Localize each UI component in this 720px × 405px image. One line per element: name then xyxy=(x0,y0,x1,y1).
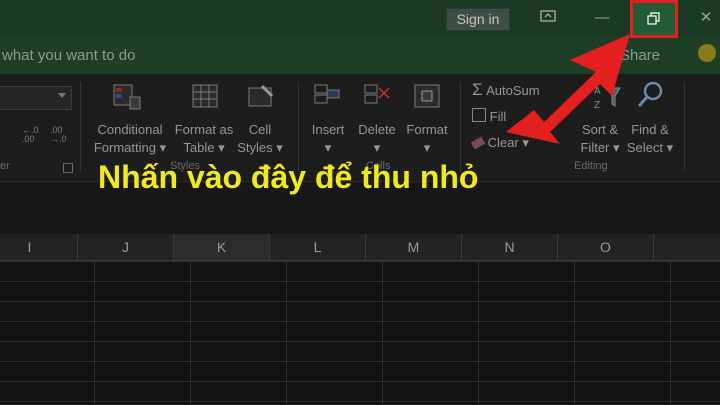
find-select-label-2: Select xyxy=(626,140,663,155)
autosum-icon: Σ xyxy=(472,80,483,99)
tell-me-input[interactable]: what you want to do xyxy=(2,47,135,64)
column-header-i[interactable]: I xyxy=(0,234,78,260)
insert-cells-icon xyxy=(314,84,340,104)
sort-filter-button[interactable]: Sort & Filter ▾ xyxy=(576,121,624,157)
svg-text:Z: Z xyxy=(594,100,600,111)
cell-styles-label-2: Styles xyxy=(237,140,273,155)
conditional-formatting-label-1: Conditional xyxy=(97,122,163,137)
sort-filter-label-2: Filter xyxy=(580,140,610,155)
ribbon-display-options-icon[interactable] xyxy=(534,6,562,30)
title-bar: Sign in — ✕ xyxy=(0,0,720,38)
increase-decimal-icon[interactable]: ←.0 .00 xyxy=(22,126,40,144)
column-header-j[interactable]: J xyxy=(78,234,174,260)
clear-label: Clear xyxy=(487,135,519,150)
column-header-k[interactable]: K xyxy=(174,234,270,260)
format-label: Format xyxy=(406,122,448,137)
column-header-m[interactable]: M xyxy=(366,234,462,260)
conditional-formatting-button[interactable]: Conditional Formatting ▾ xyxy=(88,121,172,157)
fill-button[interactable]: Fill xyxy=(472,108,506,126)
column-headers: I J K L M N O xyxy=(0,234,720,261)
minimize-icon[interactable]: — xyxy=(588,6,616,30)
cell-styles-label-1: Cell xyxy=(248,122,272,137)
clear-button[interactable]: Clear ▾ xyxy=(470,134,529,152)
svg-text:A: A xyxy=(594,86,601,97)
conditional-formatting-icon xyxy=(113,84,141,110)
worksheet-grid[interactable] xyxy=(0,261,720,405)
delete-button[interactable]: Delete ▾ xyxy=(354,121,400,157)
sort-filter-icon: AZ xyxy=(594,86,621,111)
dialog-launcher-icon[interactable] xyxy=(63,163,73,173)
restore-down-button[interactable] xyxy=(630,0,678,38)
format-button[interactable]: Format ▾ xyxy=(402,121,452,157)
column-header-n[interactable]: N xyxy=(462,234,558,260)
decrease-decimal-icon[interactable]: .00 →.0 xyxy=(50,126,68,144)
find-select-icon xyxy=(637,81,663,107)
number-format-dropdown[interactable] xyxy=(0,86,72,110)
format-as-table-button[interactable]: Format as Table ▾ xyxy=(172,121,236,157)
tell-me-bar: what you want to do Share xyxy=(0,38,720,74)
find-select-label-1: Find & xyxy=(631,122,669,137)
autosum-label: AutoSum xyxy=(486,83,540,98)
cell-styles-button[interactable]: Cell Styles ▾ xyxy=(236,121,284,157)
fill-icon xyxy=(472,108,486,122)
fill-label: Fill xyxy=(489,109,507,124)
instruction-caption: Nhấn vào đây để thu nhỏ xyxy=(98,159,479,195)
feedback-smiley-icon[interactable] xyxy=(698,44,716,62)
insert-label: Insert xyxy=(311,122,345,137)
editing-group-label: Editing xyxy=(574,160,608,172)
delete-cells-icon xyxy=(364,84,390,104)
conditional-formatting-label-2: Formatting xyxy=(93,140,156,155)
chevron-down-icon xyxy=(58,93,66,98)
close-icon[interactable]: ✕ xyxy=(692,6,720,30)
group-divider xyxy=(80,82,81,172)
cell-styles-icon xyxy=(248,84,274,107)
restore-down-icon xyxy=(647,12,660,25)
autosum-button[interactable]: Σ AutoSum xyxy=(472,81,540,100)
share-button[interactable]: Share xyxy=(620,47,660,64)
column-header-o[interactable]: O xyxy=(558,234,654,260)
column-header-l[interactable]: L xyxy=(270,234,366,260)
delete-label: Delete xyxy=(358,122,396,137)
sort-filter-label-1: Sort & xyxy=(581,122,619,137)
format-as-table-label-1: Format as xyxy=(174,122,234,137)
format-as-table-icon xyxy=(192,84,218,108)
insert-button[interactable]: Insert ▾ xyxy=(306,121,350,157)
eraser-icon xyxy=(470,136,486,150)
find-select-button[interactable]: Find & Select ▾ xyxy=(624,121,676,157)
format-cells-icon xyxy=(414,84,440,108)
group-divider xyxy=(684,82,685,172)
format-as-table-label-2: Table xyxy=(183,140,215,155)
sign-in-button[interactable]: Sign in xyxy=(446,8,510,31)
number-group-label: er xyxy=(0,160,10,172)
